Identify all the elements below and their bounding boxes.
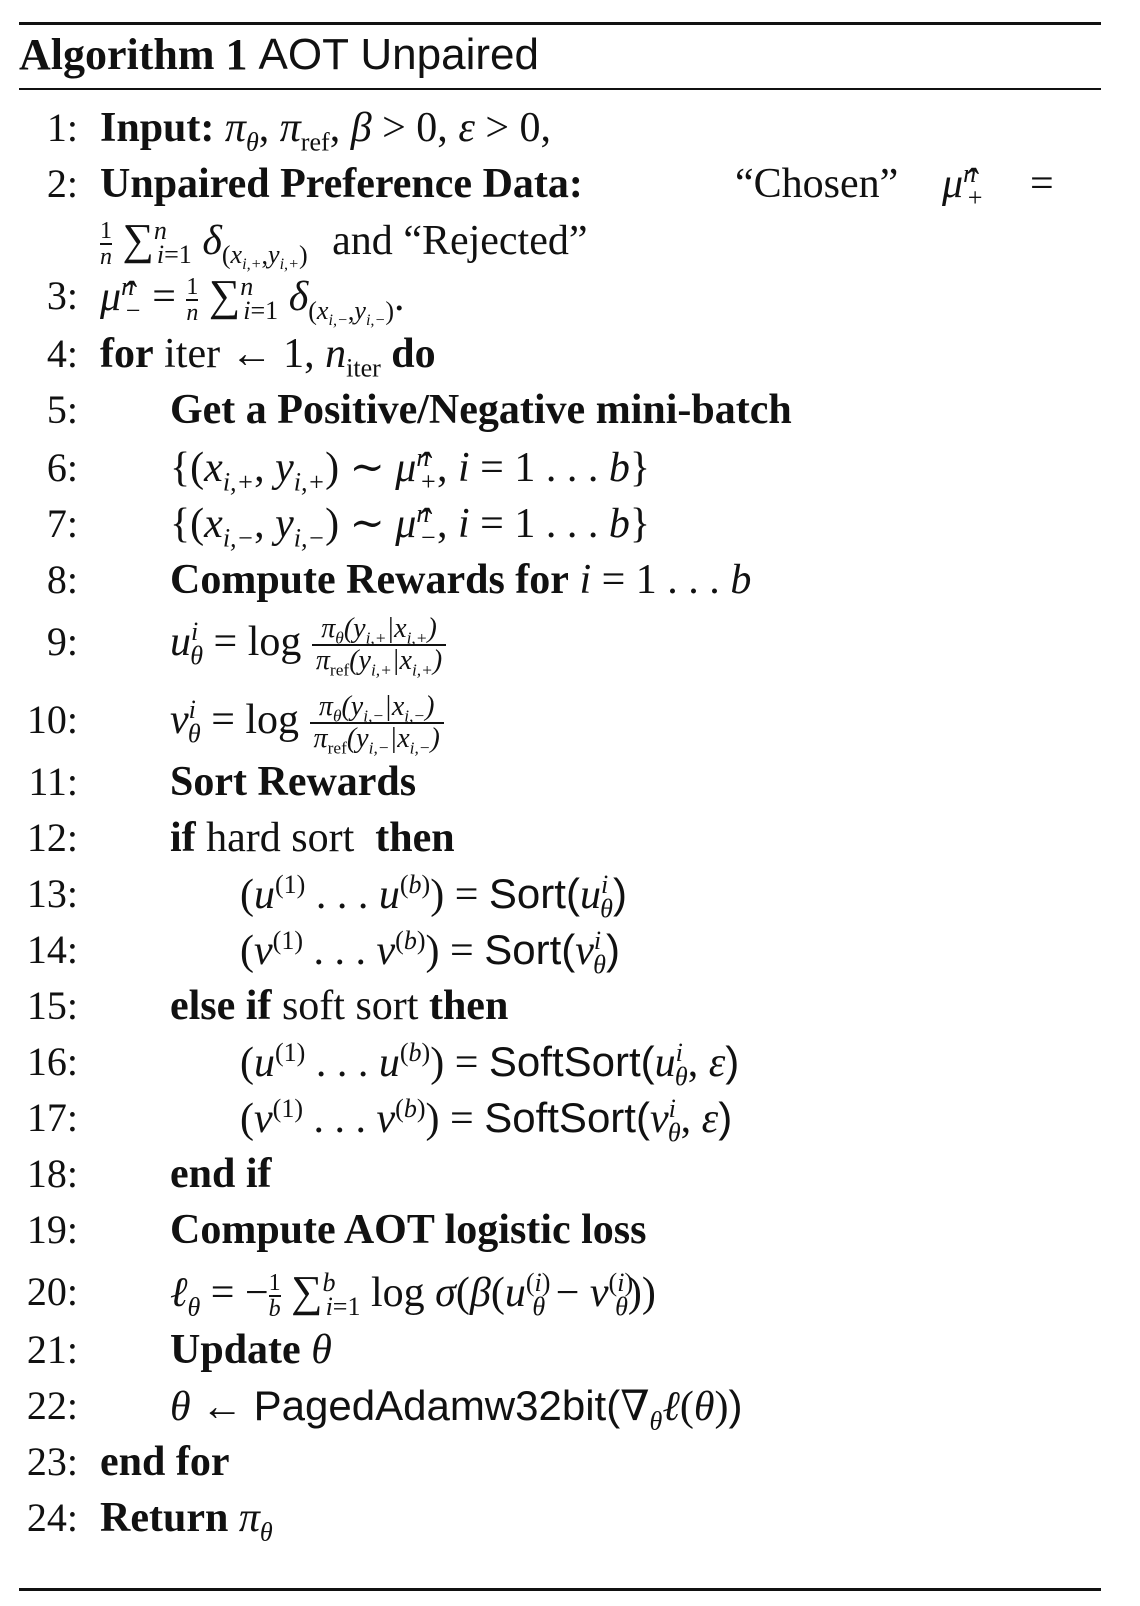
algo-line-17: 17: (v(1) . . . v(b)) = SoftSort(viθ, ε) [0,1090,1140,1146]
algo-line-13: 13: (u(1) . . . u(b)) = Sort(uiθ) [0,866,1140,922]
caption-label: Algorithm 1 [19,30,248,79]
caption-title: AOT Unpaired [258,30,539,79]
line-number: 16: [26,1039,78,1084]
line-number: 18: [26,1151,78,1196]
line-number: 1: [46,105,78,150]
line-content: Compute AOT logistic loss [170,1207,647,1253]
chosen-label: “Chosen” [735,161,899,207]
algorithm-caption: Algorithm 1 AOT Unpaired [19,26,539,84]
line-content: end if [170,1151,272,1197]
line-number: 21: [26,1327,78,1372]
line-number: 9: [46,619,78,664]
algo-line-11: 11: Sort Rewards [0,754,1140,810]
algo-line-14: 14: (v(1) . . . v(b)) = Sort(viθ) [0,922,1140,978]
line-number: 19: [26,1207,78,1252]
algo-line-7: 7: {(xi,−, yi,−) ∼ μ̂n−, i = 1 . . . b} [0,496,1140,552]
line-number: 12: [26,815,78,860]
line-number: 5: [46,387,78,432]
line-content: uiθ = log πθ(yi,+|xi,+) πref(yi,+|xi,+) [170,614,447,679]
line-content: Update θ [170,1327,332,1373]
algo-line-21: 21: Update θ [0,1322,1140,1378]
line-content: {(xi,+, yi,+) ∼ μ̂n+, i = 1 . . . b} [170,443,650,497]
line-number: 10: [26,697,78,742]
line-content: if hard sort then [170,815,455,861]
algo-line-18: 18: end if [0,1146,1140,1202]
line-number: 11: [28,759,78,804]
line-number: 4: [46,331,78,376]
bottom-rule [19,1588,1101,1591]
line-content: (v(1) . . . v(b)) = Sort(viθ) [240,926,620,980]
line-content: {(xi,−, yi,−) ∼ μ̂n−, i = 1 . . . b} [170,499,650,553]
line-number: 8: [46,557,78,602]
line-content: Return πθ [100,1495,273,1547]
line-number: 3: [46,273,78,318]
caption-rule [19,88,1101,90]
line-number: 2: [46,161,78,206]
algo-line-10: 10: viθ = log πθ(yi,−|xi,−) πref(yi,−|xi… [0,692,1140,757]
algo-line-23: 23: end for [0,1434,1140,1490]
algo-line-15: 15: else if soft sort then [0,978,1140,1034]
line-content: end for [100,1439,230,1485]
top-rule [19,22,1101,25]
line-number: 22: [26,1383,78,1428]
line-content: Unpaired Preference Data: [100,161,583,207]
algo-line-6: 6: {(xi,+, yi,+) ∼ μ̂n+, i = 1 . . . b} [0,440,1140,496]
line-content: else if soft sort then [170,983,509,1029]
algo-line-12: 12: if hard sort then [0,810,1140,866]
line-content: Sort Rewards [170,759,417,805]
algo-line-4: 4: for iter ← 1, niter do [0,326,1140,382]
algo-line-19: 19: Compute AOT logistic loss [0,1202,1140,1258]
line-content: θ ← PagedAdamw32bit(∇θℓ(θ)) [170,1382,743,1436]
line-number: 7: [46,501,78,546]
line-content: ℓθ = −1 b ∑bi=1 log σ(β(u(i)θ − v(i)θ)) [170,1267,656,1323]
algo-line-24: 24: Return πθ [0,1490,1140,1546]
line-content: Compute Rewards for i = 1 . . . b [170,557,752,603]
line-number: 23: [26,1439,78,1484]
line-content: 1n ∑ni=1 δ(xi,+,yi,+) and “Rejected” [100,215,588,274]
algo-line-1: 1: Input: πθ, πref, β > 0, ε > 0, [0,100,1140,156]
algo-line-2: 2: Unpaired Preference Data: “Chosen” μ̂… [0,156,1140,212]
line-content: (u(1) . . . u(b)) = Sort(uiθ) [240,870,627,924]
algo-line-16: 16: (u(1) . . . u(b)) = SoftSort(uiθ, ε) [0,1034,1140,1090]
line-content: Get a Positive/Negative mini-batch [170,387,792,433]
line-number: 13: [26,871,78,916]
line-number: 15: [26,983,78,1028]
line-content: viθ = log πθ(yi,−|xi,−) πref(yi,−|xi,−) [170,692,444,757]
algo-line-8: 8: Compute Rewards for i = 1 . . . b [0,552,1140,608]
line-number: 17: [26,1095,78,1140]
line-number: 14: [26,927,78,972]
line-content: μ̂n− = 1n ∑ni=1 δ(xi,−,yi,−). [100,271,405,330]
line-content: for iter ← 1, niter do [100,331,436,383]
algo-line-9: 9: uiθ = log πθ(yi,+|xi,+) πref(yi,+|xi,… [0,614,1140,679]
algo-line-22: 22: θ ← PagedAdamw32bit(∇θℓ(θ)) [0,1378,1140,1434]
algo-line-2-cont: 1n ∑ni=1 δ(xi,+,yi,+) and “Rejected” [0,212,1140,274]
algo-line-20: 20: ℓθ = −1 b ∑bi=1 log σ(β(u(i)θ − v(i)θ… [0,1264,1140,1323]
line-content: (u(1) . . . u(b)) = SoftSort(uiθ, ε) [240,1038,740,1092]
line-number: 6: [46,445,78,490]
line-content: (v(1) . . . v(b)) = SoftSort(viθ, ε) [240,1094,733,1148]
algo-line-5: 5: Get a Positive/Negative mini-batch [0,382,1140,438]
line-number: 24: [26,1495,78,1540]
line-content: Input: πθ, πref, β > 0, ε > 0, [100,105,552,157]
line-number: 20: [26,1269,78,1314]
algo-line-3: 3: μ̂n− = 1n ∑ni=1 δ(xi,−,yi,−). [0,268,1140,330]
